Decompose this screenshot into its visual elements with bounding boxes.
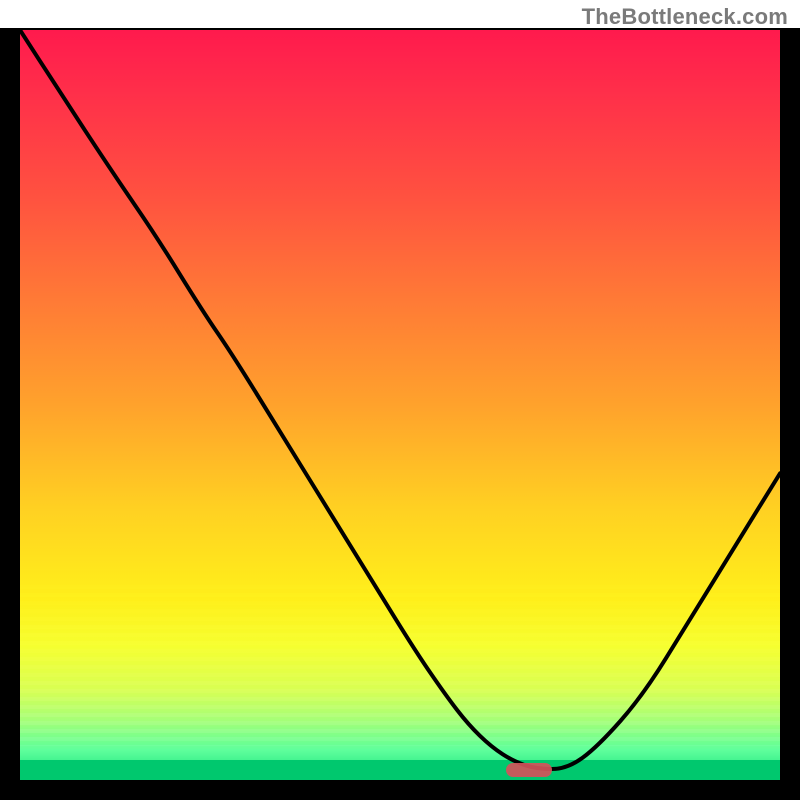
attribution-text: TheBottleneck.com: [582, 4, 788, 30]
curve-path: [20, 30, 780, 769]
bottleneck-curve: [20, 30, 780, 780]
chart-root: { "attribution": "TheBottleneck.com", "c…: [0, 0, 800, 800]
plot-area: [20, 30, 780, 780]
plot-frame: [0, 28, 800, 800]
optimal-marker: [506, 763, 552, 777]
